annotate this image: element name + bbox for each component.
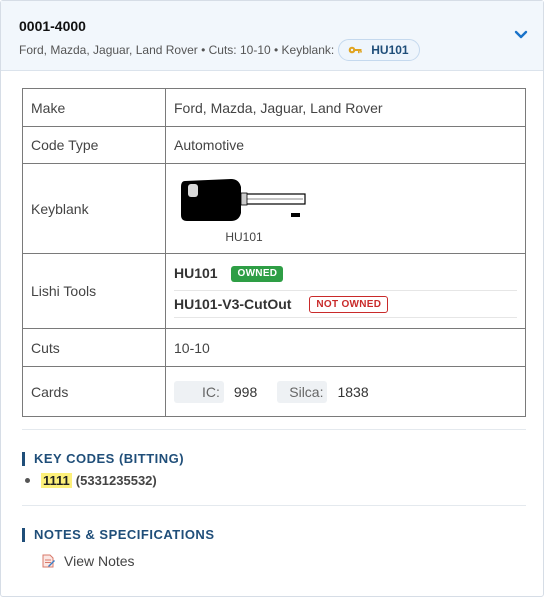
lishi-tool-row: HU101-V3-CutOut NOT OWNED	[174, 291, 517, 318]
bitting-value: (5331235532)	[75, 473, 157, 488]
row-code-type: Code Type Automotive	[22, 126, 526, 164]
cards-label: Cards	[22, 366, 166, 417]
code-type-label: Code Type	[22, 126, 166, 164]
chevron-down-icon[interactable]	[513, 29, 529, 41]
view-notes-label: View Notes	[64, 553, 135, 569]
silca-card-value: 1838	[337, 383, 369, 400]
lishi-tool-name[interactable]: HU101	[174, 265, 218, 281]
keyblank-pill-label: HU101	[371, 43, 409, 57]
row-lishi-tools: Lishi Tools HU101 OWNED HU101-V3-CutOut …	[22, 253, 526, 329]
list-item: 1111 (5331235532)	[25, 473, 157, 488]
cuts-label: Cuts	[22, 328, 166, 367]
card-subtitle: Ford, Mazda, Jaguar, Land Rover • Cuts: …	[19, 39, 525, 61]
section-divider	[22, 429, 526, 430]
make-label: Make	[22, 88, 166, 127]
make-value: Ford, Mazda, Jaguar, Land Rover	[165, 88, 526, 127]
lishi-tool-name[interactable]: HU101-V3-CutOut	[174, 296, 291, 312]
keyblank-pill[interactable]: HU101	[338, 39, 420, 61]
key-code-card: 0001-4000 Ford, Mazda, Jaguar, Land Rove…	[0, 0, 544, 597]
view-notes-link[interactable]: View Notes	[42, 553, 135, 569]
row-make: Make Ford, Mazda, Jaguar, Land Rover	[22, 88, 526, 127]
not-owned-badge: NOT OWNED	[309, 296, 389, 314]
spec-table: Make Ford, Mazda, Jaguar, Land Rover Cod…	[22, 88, 526, 417]
keyblank-caption: HU101	[225, 230, 263, 244]
keyblank-image	[181, 179, 306, 221]
cards-cell: IC: 998 Silca: 1838	[165, 366, 526, 417]
silca-card-tag: Silca:	[277, 380, 328, 403]
card-header[interactable]: 0001-4000 Ford, Mazda, Jaguar, Land Rove…	[1, 1, 543, 71]
ic-card-value: 998	[233, 383, 258, 400]
key-code: 1111	[41, 473, 72, 488]
notes-icon	[42, 554, 55, 568]
key-codes-title: KEY CODES (BITTING)	[22, 452, 184, 466]
row-cuts: Cuts 10-10	[22, 328, 526, 367]
lishi-tools-label: Lishi Tools	[22, 253, 166, 329]
subtitle-text: Ford, Mazda, Jaguar, Land Rover • Cuts: …	[19, 43, 335, 57]
code-range-title: 0001-4000	[19, 18, 86, 34]
section-divider	[22, 505, 526, 506]
code-type-value: Automotive	[165, 126, 526, 164]
lishi-tool-row: HU101 OWNED	[174, 257, 517, 291]
owned-badge: OWNED	[231, 265, 284, 282]
lishi-tools-cell: HU101 OWNED HU101-V3-CutOut NOT OWNED	[165, 253, 526, 329]
keyblank-cell: HU101	[165, 163, 526, 254]
notes-title: NOTES & SPECIFICATIONS	[22, 528, 215, 542]
key-icon	[348, 46, 363, 54]
keyblank-label: Keyblank	[22, 163, 166, 254]
ic-card-tag: IC:	[174, 380, 224, 403]
row-keyblank: Keyblank HU101	[22, 163, 526, 254]
bullet-dot	[25, 478, 30, 483]
cuts-value: 10-10	[165, 328, 526, 367]
row-cards: Cards IC: 998 Silca: 1838	[22, 366, 526, 417]
